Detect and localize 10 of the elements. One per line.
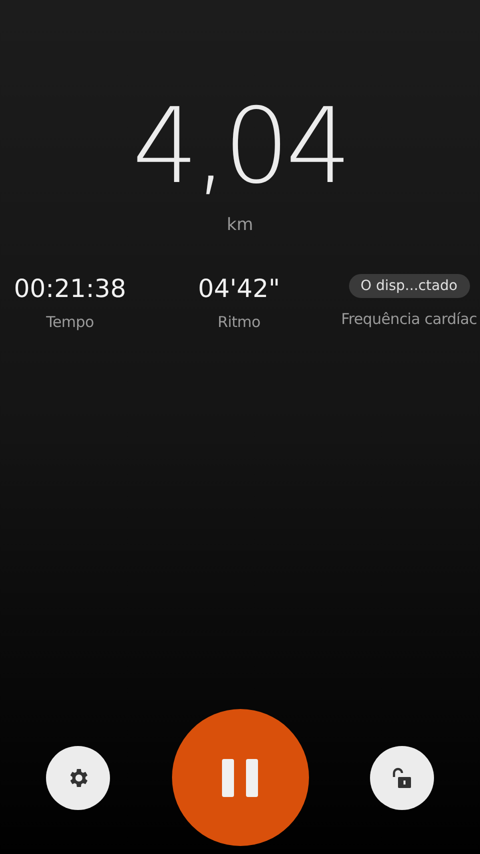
- stat-label: Frequência cardíac: [341, 310, 477, 328]
- status-chip: O disp...ctado: [348, 274, 470, 298]
- stat-label: Ritmo: [218, 313, 260, 332]
- stat-label: Tempo: [46, 313, 94, 332]
- pause-icon: [222, 758, 258, 796]
- distance-unit: km: [226, 215, 254, 236]
- stat-value: 00:21:38: [14, 273, 126, 304]
- distance-value: 4,04: [132, 92, 348, 202]
- stat-value: 04'42": [198, 273, 280, 304]
- unlock-icon: [390, 766, 414, 790]
